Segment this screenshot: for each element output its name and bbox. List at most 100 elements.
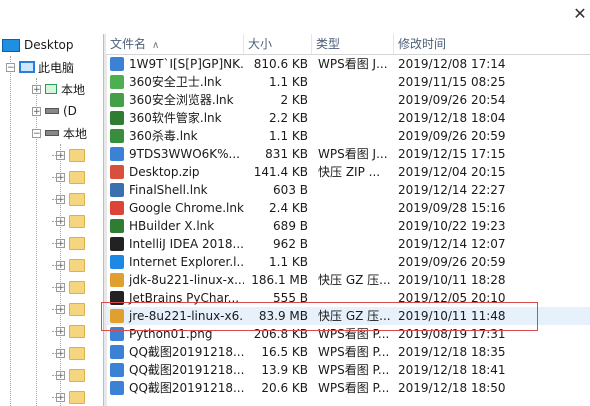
file-date: 2019/12/18 18:50: [398, 381, 506, 395]
file-row[interactable]: 1W9T`I[S[P]GP]NK... 810.6 KB WPS看图 J... 201…: [106, 55, 590, 73]
file-type: 快压 GZ 压...: [318, 273, 391, 287]
file-type: [318, 199, 394, 217]
tree-item-this-pc[interactable]: − 此电脑: [6, 56, 74, 78]
file-type: 快压 ZIP ...: [318, 165, 381, 179]
column-size-label: 大小: [248, 37, 273, 51]
file-type: [318, 91, 394, 109]
folder-icon: [69, 302, 85, 316]
column-header-size[interactable]: 大小: [244, 34, 312, 54]
image-icon: [110, 363, 124, 377]
file-date: 2019/09/26 20:59: [398, 255, 506, 269]
image-icon: [110, 381, 124, 395]
file-row[interactable]: 9TDS3WWO6K%... 831 KB WPS看图 J... 2019/12/15…: [106, 145, 590, 163]
file-row[interactable]: QQ截图20191218... 13.9 KB WPS看图 P... 2019/12/…: [106, 361, 590, 379]
file-row[interactable]: jdk-8u221-linux-x... 186.1 MB 快压 GZ 压... 20…: [106, 271, 590, 289]
tree-item-desktop[interactable]: Desktop: [2, 34, 74, 56]
file-name-cell: IntelliJ IDEA 2018...: [110, 235, 244, 253]
file-date: 2019/12/14 12:07: [398, 237, 506, 251]
drive-icon: [45, 108, 59, 114]
tree-item-folder[interactable]: +: [52, 342, 85, 364]
tree-item-folder[interactable]: +: [52, 166, 85, 188]
list-header: 文件名 ∧ 大小 类型 修改时间: [106, 34, 590, 55]
file-type: WPS看图 P...: [318, 381, 390, 395]
file-row[interactable]: IntelliJ IDEA 2018... 962 B 2019/12/14 12:…: [106, 235, 590, 253]
folder-icon: [69, 148, 85, 162]
file-row[interactable]: QQ截图20191218... 16.5 KB WPS看图 P... 2019/12/…: [106, 343, 590, 361]
column-header-name[interactable]: 文件名 ∧: [106, 34, 244, 54]
file-name: 360安全卫士.lnk: [129, 75, 222, 89]
column-header-type[interactable]: 类型: [312, 34, 394, 54]
tree-item-folder[interactable]: +: [52, 320, 85, 342]
file-row[interactable]: 360安全卫士.lnk 1.1 KB 2019/11/15 08:25: [106, 73, 590, 91]
file-size: 2.4 KB: [269, 201, 308, 215]
file-name: 360杀毒.lnk: [129, 129, 198, 143]
image-icon: [110, 57, 124, 71]
file-date: 2019/09/28 15:16: [398, 201, 506, 215]
file-name-cell: 360安全浏览器.lnk: [110, 91, 244, 109]
file-name-cell: jdk-8u221-linux-x...: [110, 271, 244, 289]
desktop-icon: [2, 38, 20, 52]
file-size: 810.6 KB: [253, 57, 308, 71]
file-row[interactable]: Desktop.zip 141.4 KB 快压 ZIP ... 2019/12/04 …: [106, 163, 590, 181]
file-name-cell: Internet Explorer.l...: [110, 253, 244, 271]
collapse-icon[interactable]: −: [6, 62, 15, 72]
file-row[interactable]: 360安全浏览器.lnk 2 KB 2019/09/26 20:54: [106, 91, 590, 109]
file-row[interactable]: HBuilder X.lnk 689 B 2019/10/22 19:23: [106, 217, 590, 235]
column-date-label: 修改时间: [398, 37, 447, 51]
file-name: QQ截图20191218...: [129, 363, 244, 377]
computer-icon: [19, 61, 35, 73]
file-name: HBuilder X.lnk: [129, 219, 215, 233]
tree-label-desktop: Desktop: [24, 38, 74, 52]
file-name-cell: FinalShell.lnk: [110, 181, 244, 199]
tree-item-folder[interactable]: +: [52, 364, 85, 386]
sort-up-icon: ∧: [152, 40, 160, 51]
tree-item-folder[interactable]: +: [52, 298, 85, 320]
tree-item-folder[interactable]: +: [52, 276, 85, 298]
close-icon[interactable]: ✕: [572, 6, 588, 22]
file-size: 16.5 KB: [261, 345, 308, 359]
file-row[interactable]: 360软件管家.lnk 2.2 KB 2019/12/18 18:04: [106, 109, 590, 127]
file-size: 689 B: [273, 219, 308, 233]
tree-item-local-2[interactable]: − 本地: [32, 122, 87, 144]
tree-item-folder[interactable]: +: [52, 144, 85, 166]
file-name: 360软件管家.lnk: [129, 111, 222, 125]
tree-item-local-1[interactable]: + 本地: [32, 78, 85, 100]
file-row[interactable]: 360杀毒.lnk 1.1 KB 2019/09/26 20:59: [106, 127, 590, 145]
file-type: [318, 253, 394, 271]
shortcut-360-browser-icon: [110, 93, 124, 107]
file-size: 831 KB: [265, 147, 308, 161]
file-type: WPS看图 J...: [318, 147, 388, 161]
file-size: 20.6 KB: [261, 381, 308, 395]
file-row[interactable]: Internet Explorer.l... 1.1 KB 2019/09/26 2…: [106, 253, 590, 271]
folder-icon: [69, 258, 85, 272]
file-date: 2019/12/18 18:04: [398, 111, 506, 125]
shortcut-ie-icon: [110, 255, 124, 269]
file-size: 962 B: [273, 237, 308, 251]
collapse-icon[interactable]: −: [32, 128, 41, 138]
file-row[interactable]: Google Chrome.lnk 2.4 KB 2019/09/28 15:16: [106, 199, 590, 217]
tree-label-this-pc: 此电脑: [38, 60, 75, 75]
file-type: [318, 109, 394, 127]
tree-item-folder[interactable]: +: [52, 210, 85, 232]
file-row[interactable]: FinalShell.lnk 603 B 2019/12/14 22:27: [106, 181, 590, 199]
file-name: FinalShell.lnk: [129, 183, 208, 197]
tree-item-folder[interactable]: +: [52, 232, 85, 254]
column-header-date[interactable]: 修改时间: [394, 34, 590, 54]
tree-label: 本地: [63, 126, 88, 141]
tree-item-drive-d[interactable]: + (D: [32, 100, 77, 122]
file-row[interactable]: QQ截图20191218... 20.6 KB WPS看图 P... 2019/12/…: [106, 379, 590, 397]
file-name-cell: HBuilder X.lnk: [110, 217, 244, 235]
expand-icon[interactable]: +: [32, 84, 41, 94]
tree-item-folder[interactable]: +: [52, 254, 85, 276]
file-type: [318, 73, 394, 91]
file-date: 2019/12/15 17:15: [398, 147, 506, 161]
folder-icon: [69, 324, 85, 338]
folder-icon: [69, 214, 85, 228]
file-name: Desktop.zip: [129, 165, 200, 179]
file-name: 1W9T`I[S[P]GP]NK...: [129, 57, 244, 71]
shortcut-360-icon: [110, 75, 124, 89]
tree-item-folder[interactable]: +: [52, 188, 85, 210]
image-icon: [110, 345, 124, 359]
tree-item-folder[interactable]: +: [52, 386, 85, 406]
expand-icon[interactable]: +: [32, 106, 41, 116]
